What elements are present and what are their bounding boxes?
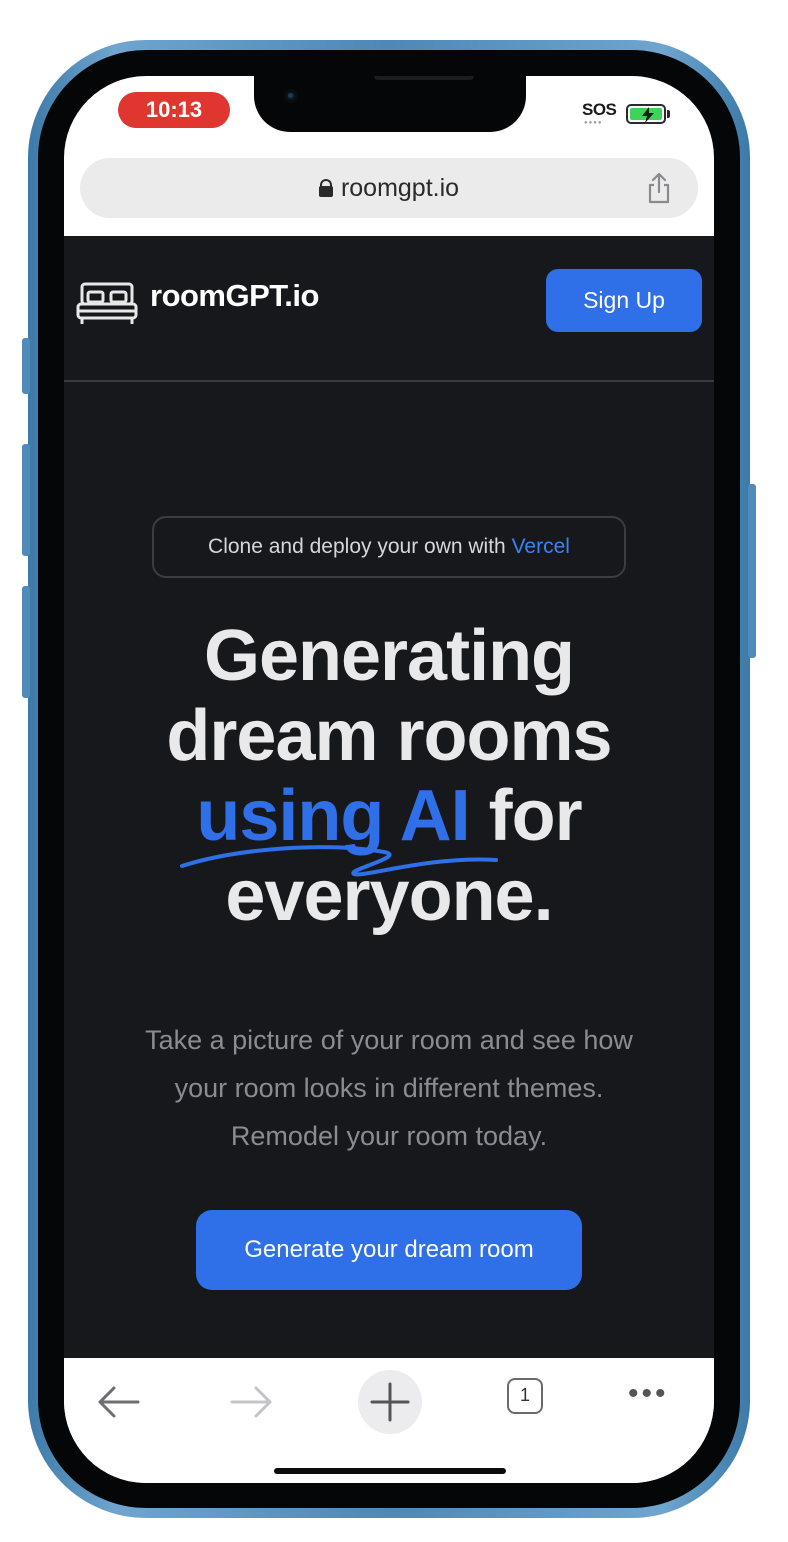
subtitle-line-2: your room looks in different themes. bbox=[174, 1073, 604, 1103]
volume-down-button bbox=[22, 586, 30, 698]
arrow-right-icon[interactable] bbox=[220, 1370, 284, 1434]
new-tab-button[interactable] bbox=[358, 1370, 422, 1434]
phone-screen: 10:13 SOS ●●●● roomgpt.io roomGPT.io Sig… bbox=[64, 76, 714, 1483]
home-indicator[interactable] bbox=[274, 1468, 506, 1474]
sos-indicator: SOS bbox=[582, 100, 617, 119]
speaker-grille bbox=[374, 76, 474, 80]
url-text: roomgpt.io bbox=[340, 174, 460, 202]
notch bbox=[254, 76, 526, 132]
browser-toolbar: 1 ••• bbox=[64, 1358, 714, 1483]
power-button bbox=[748, 484, 756, 658]
share-icon[interactable] bbox=[646, 172, 672, 204]
plus-icon bbox=[370, 1382, 410, 1422]
clone-deploy-banner[interactable]: Clone and deploy your own with Vercel bbox=[152, 516, 626, 578]
hero-subtitle: Take a picture of your room and see how … bbox=[104, 1016, 674, 1160]
brand-name[interactable]: roomGPT.io bbox=[150, 278, 319, 314]
arrow-left-icon[interactable] bbox=[86, 1370, 150, 1434]
bed-icon[interactable] bbox=[76, 280, 138, 326]
generate-room-button[interactable]: Generate your dream room bbox=[196, 1210, 582, 1290]
headline-line-2: dream rooms bbox=[166, 696, 612, 776]
vercel-link[interactable]: Vercel bbox=[512, 535, 570, 558]
url-display[interactable]: roomgpt.io bbox=[80, 158, 698, 218]
volume-up-button bbox=[22, 444, 30, 556]
site-header: roomGPT.io Sign Up bbox=[64, 236, 714, 382]
clone-text: Clone and deploy your own with bbox=[208, 535, 512, 558]
hero-headline: Generating dream rooms using AI for ever… bbox=[64, 616, 714, 936]
subtitle-line-3: Remodel your room today. bbox=[230, 1121, 548, 1151]
status-time[interactable]: 10:13 bbox=[118, 92, 230, 128]
battery-tip bbox=[667, 110, 670, 118]
underline-squiggle bbox=[180, 845, 498, 877]
headline-line-1: Generating bbox=[203, 616, 575, 696]
tabs-button[interactable]: 1 bbox=[507, 1378, 543, 1414]
more-dots-icon[interactable]: ••• bbox=[628, 1379, 669, 1409]
sign-up-button[interactable]: Sign Up bbox=[546, 269, 702, 332]
battery-charging-icon bbox=[626, 104, 666, 124]
subtitle-line-1: Take a picture of your room and see how bbox=[145, 1025, 633, 1055]
web-page: roomGPT.io Sign Up Clone and deploy your… bbox=[64, 236, 714, 1359]
front-camera-icon bbox=[284, 89, 298, 103]
signal-dots-icon: ●●●● bbox=[584, 120, 603, 126]
silent-switch bbox=[22, 338, 30, 394]
address-bar[interactable]: roomgpt.io bbox=[80, 158, 698, 218]
lock-icon bbox=[318, 179, 333, 197]
